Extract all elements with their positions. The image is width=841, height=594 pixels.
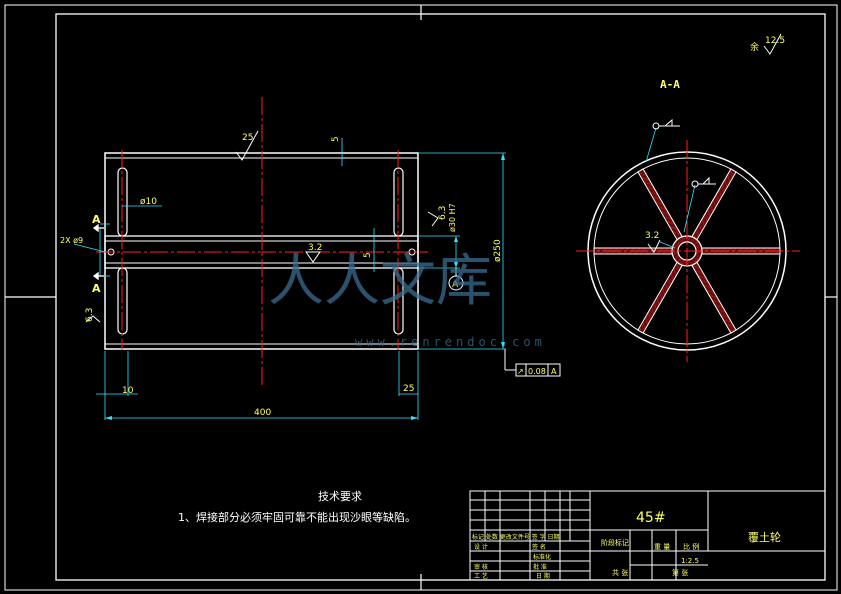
spoke [690, 168, 737, 242]
date-label: 日 期 [536, 572, 550, 580]
roughness-25: 25 [242, 133, 253, 143]
approve-label: 批 准 [533, 563, 547, 571]
stage-label: 阶段标记 [601, 538, 629, 547]
tolerance-datum: A [551, 367, 557, 376]
page-count-label: 第 张 [672, 568, 688, 577]
scale-value: 1:2.5 [681, 557, 699, 565]
dim-400: 400 [254, 408, 271, 418]
material-value: 45# [636, 510, 666, 526]
rev-header-label: 标记 处数 更改文件号 签 字 日期 [472, 533, 560, 541]
scale-label: 比 例 [683, 542, 699, 551]
tolerance-value: 0.08 [528, 367, 546, 376]
roughness-general-suffix: 余 [750, 41, 759, 53]
notes-item-1: 1、焊接部分必须牢固可靠不能出现沙眼等缺陷。 [178, 510, 416, 524]
spoke [637, 168, 684, 242]
roughness-general-value: 12.5 [765, 36, 785, 46]
spoke [690, 260, 737, 334]
section-marker-a-top: A [92, 213, 101, 226]
dim-5-top: 5 [331, 136, 341, 142]
sheet-count-label: 共 张 [612, 568, 628, 577]
watermark: 人人文库 www.renrendoc.com [268, 249, 546, 349]
section-centerlines [576, 140, 800, 362]
tolerance-symbol: ↗ [517, 367, 524, 376]
dim-hole: 2X ø9 [60, 236, 83, 245]
check-label: 审 核 [474, 563, 488, 571]
spoke [637, 260, 684, 334]
general-roughness-symbol: 余 12.5 [750, 33, 785, 55]
design-label: 设 计 [474, 543, 488, 551]
section-marker-a-bottom: A [92, 282, 101, 295]
watermark-url: www.renrendoc.com [355, 335, 546, 349]
dim-25: 25 [403, 384, 414, 394]
roughness-32-section: 3.2 [645, 231, 659, 241]
dim-d30: ø30 H7 [448, 203, 457, 232]
section-view-title: A-A [660, 78, 680, 91]
dim-10: 10 [122, 386, 134, 396]
notes-title: 技术要求 [318, 490, 362, 503]
process-label: 工 艺 [474, 572, 488, 580]
standard-label: 标准化 [533, 553, 551, 561]
watermark-text: 人人文库 [268, 249, 492, 314]
section-view: 3.2 [576, 118, 800, 362]
rev-name-label: 签 名 [532, 543, 546, 551]
cad-drawing-canvas: 余 12.5 A A 25 5 ø10 2X ø9 3.2 5 6.3 ø30 … [4, 4, 838, 591]
dim-63-left: 6.3 [85, 308, 95, 322]
technical-notes: 技术要求 1、焊接部分必须牢固可靠不能出现沙眼等缺陷。 [178, 490, 416, 524]
part-name: 覆土轮 [748, 530, 781, 544]
dim-d10: ø10 [140, 197, 157, 207]
dim-63-front: 6.3 [438, 206, 448, 220]
dim-d250: ø250 [493, 239, 503, 262]
weight-label: 重 量 [654, 543, 670, 551]
